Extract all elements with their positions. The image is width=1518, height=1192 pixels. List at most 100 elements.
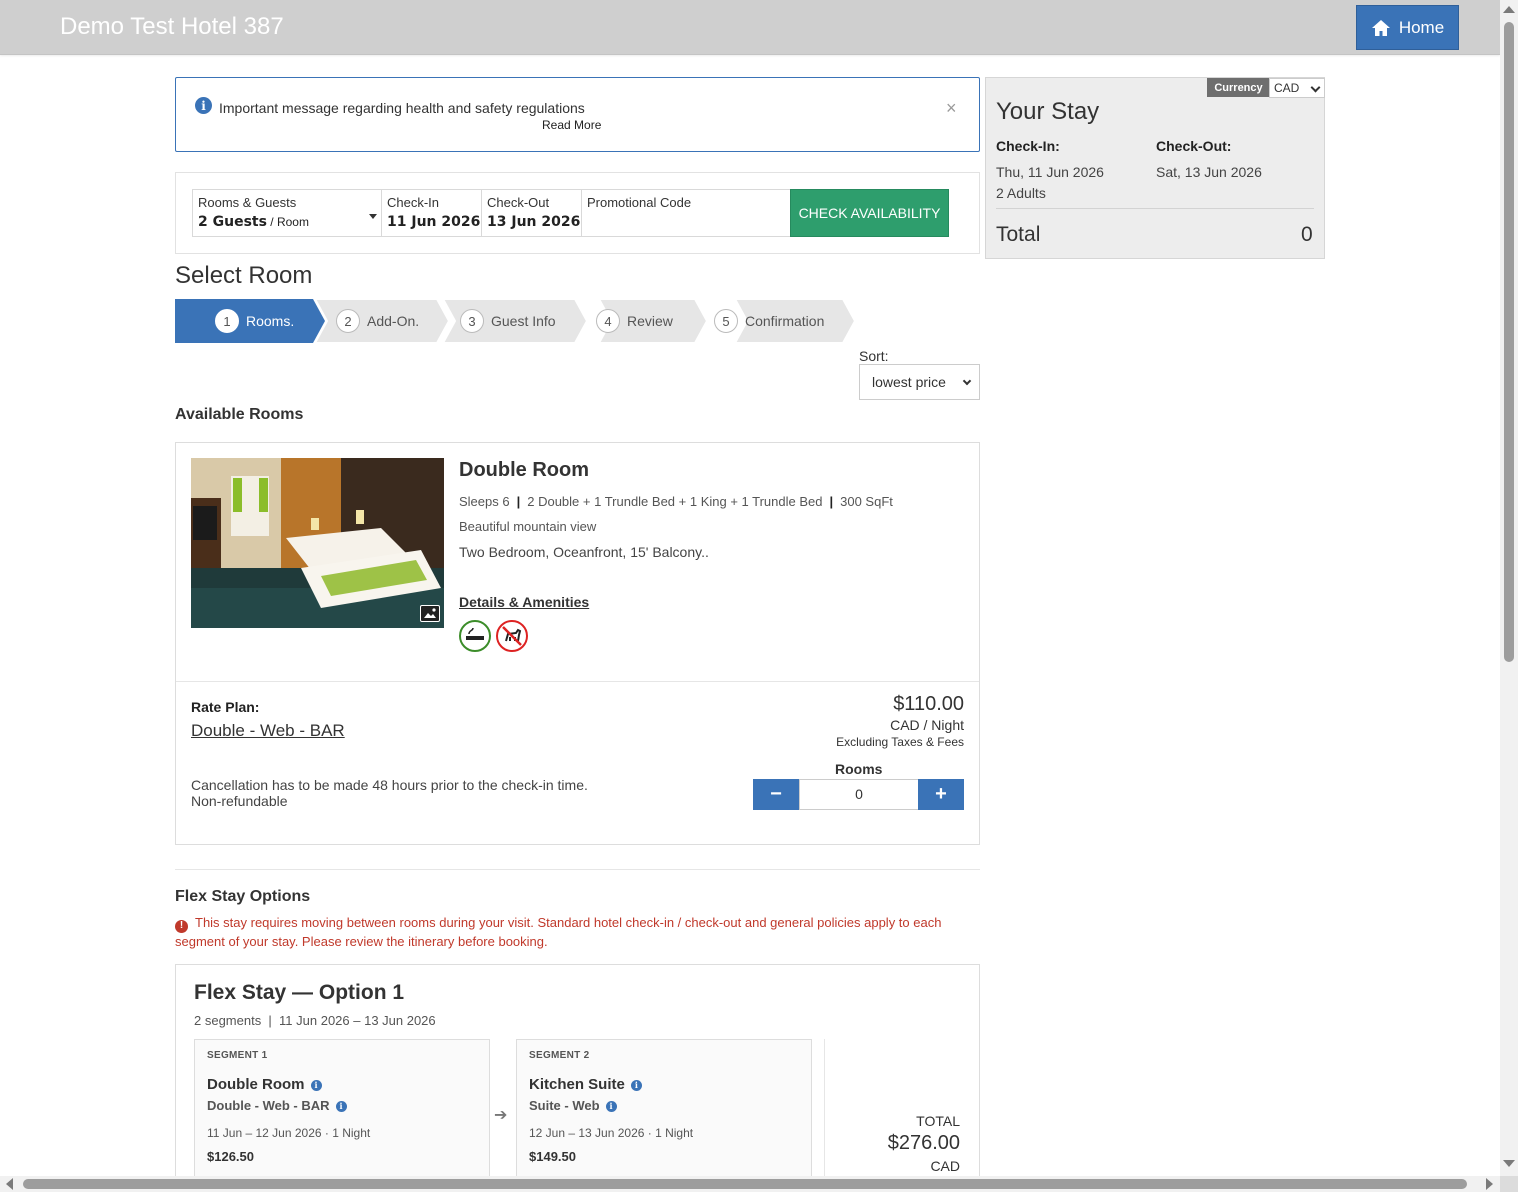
flex-option-meta: 2 segments | 11 Jun 2026 – 13 Jun 2026 (194, 1013, 436, 1028)
segment-dates: 11 Jun – 12 Jun 2026 · 1 Night (207, 1126, 371, 1140)
flex-option-name: Flex Stay — Option 1 (194, 981, 405, 1004)
step-label: Add-On. (367, 313, 420, 329)
divider (176, 681, 979, 682)
step-number: 1 (215, 309, 239, 333)
horizontal-scrollbar[interactable] (0, 1176, 1500, 1192)
scroll-left-icon[interactable] (6, 1178, 13, 1190)
available-rooms-title: Available Rooms (175, 406, 304, 423)
top-bar: Demo Test Hotel 387 Home (0, 0, 1500, 55)
availability-search: Rooms & Guests 2 Guests / Room Check-In … (175, 172, 980, 254)
stay-checkout-value: Sat, 13 Jun 2026 (1156, 164, 1262, 180)
scroll-up-icon[interactable] (1503, 6, 1515, 13)
scroll-thumb[interactable] (1504, 22, 1514, 662)
flex-total-label: TOTAL (916, 1113, 960, 1129)
promo-code-label: Promotional Code (587, 195, 692, 210)
currency-label: Currency (1207, 78, 1270, 97)
stay-total-value: 0 (1301, 223, 1313, 246)
check-availability-button[interactable]: CHECK AVAILABILITY (790, 189, 949, 237)
checkout-field[interactable]: Check-Out 13 Jun 2026 (481, 189, 582, 237)
step-confirmation[interactable]: 5 Confirmation (714, 299, 824, 343)
read-more-link[interactable]: Read More (542, 118, 601, 132)
checkin-label: Check-In (387, 195, 440, 210)
room-photo-image (191, 458, 444, 628)
home-icon (1371, 19, 1390, 36)
scroll-thumb[interactable] (23, 1179, 1467, 1189)
refund-policy-text: Non-refundable (191, 793, 288, 809)
home-label: Home (1398, 17, 1445, 37)
step-number: 4 (596, 309, 620, 333)
room-description: Two Bedroom, Oceanfront, 15' Balcony.. (459, 544, 709, 560)
sort-select[interactable]: lowest price (859, 364, 980, 400)
vertical-scrollbar[interactable] (1500, 0, 1518, 1176)
step-label: Review (627, 313, 673, 329)
info-icon[interactable]: i (630, 1079, 642, 1091)
room-view: Beautiful mountain view (459, 519, 597, 534)
checkin-value: 11 Jun 2026 (387, 214, 481, 230)
flex-total-currency: CAD (930, 1158, 960, 1174)
scroll-right-icon[interactable] (1486, 1178, 1493, 1190)
step-guest-info[interactable]: 3 Guest Info (460, 299, 556, 343)
booking-steps: 1 Rooms. 2 Add-On. 3 Guest Info 4 Review… (175, 299, 875, 343)
step-add-on[interactable]: 2 Add-On. (336, 299, 419, 343)
rate-plan-link[interactable]: Double - Web - BAR (191, 721, 345, 741)
info-icon[interactable]: i (310, 1079, 322, 1091)
room-price: $110.00 (893, 693, 964, 715)
step-review[interactable]: 4 Review (596, 299, 673, 343)
stay-total-label: Total (996, 223, 1041, 246)
divider (175, 869, 980, 870)
rooms-quantity-input[interactable]: 0 (799, 779, 919, 810)
rooms-quantity-label: Rooms (835, 761, 883, 777)
segment-dates: 12 Jun – 13 Jun 2026 · 1 Night (529, 1126, 694, 1140)
room-name: Double Room (459, 459, 589, 481)
room-photo[interactable] (191, 458, 444, 628)
health-notice: i Important message regarding health and… (175, 77, 980, 152)
step-rooms[interactable]: 1 Rooms. (215, 299, 294, 343)
notice-message: Important message regarding health and s… (219, 100, 585, 116)
increase-rooms-button[interactable]: + (918, 779, 964, 810)
rooms-guests-select[interactable]: Rooms & Guests 2 Guests / Room (192, 189, 382, 237)
info-icon[interactable]: i (605, 1100, 617, 1112)
info-icon[interactable]: i (335, 1100, 347, 1112)
segment-room: Double Room i (207, 1076, 322, 1093)
chevron-down-icon (962, 376, 972, 386)
room-beds: 2 Double + 1 Trundle Bed + 1 King + 1 Tr… (527, 494, 823, 509)
segment-room: Kitchen Suite i (529, 1076, 642, 1093)
details-amenities-link[interactable]: Details & Amenities (459, 594, 589, 610)
step-number: 5 (714, 309, 738, 333)
your-stay-title: Your Stay (996, 98, 1100, 125)
stay-checkin-label: Check-In: (996, 138, 1060, 154)
close-icon[interactable]: × (946, 98, 957, 119)
scrollbar-corner (1500, 1176, 1518, 1192)
flex-warning-text: This stay requires moving between rooms … (175, 915, 942, 949)
price-note: Excluding Taxes & Fees (836, 735, 964, 749)
currency-value: CAD (1274, 81, 1300, 95)
step-label: Rooms. (246, 313, 295, 329)
decrease-rooms-button[interactable]: − (753, 779, 799, 810)
step-label: Guest Info (491, 313, 556, 329)
cancellation-text: Cancellation has to be made 48 hours pri… (191, 777, 588, 793)
divider (996, 208, 1314, 209)
scroll-down-icon[interactable] (1503, 1160, 1515, 1167)
segment-card: SEGMENT 2 Kitchen Suite i Suite - Web i 12… (516, 1039, 812, 1176)
promo-code-field[interactable]: Promotional Code (581, 189, 791, 237)
checkout-label: Check-Out (487, 195, 550, 210)
flex-stay-warning: ! This stay requires moving between rooms… (175, 914, 980, 951)
segment-card: SEGMENT 1 Double Room i Double - Web - BA… (194, 1039, 490, 1176)
chevron-down-icon (369, 214, 377, 219)
currency-select[interactable]: CAD (1269, 78, 1325, 98)
arrow-right-icon: ➔ (494, 1107, 508, 1124)
checkout-value: 13 Jun 2026 (487, 214, 581, 230)
page-title: Select Room (175, 262, 313, 289)
step-number: 3 (460, 309, 484, 333)
rate-plan-label: Rate Plan: (191, 699, 260, 715)
rooms-guests-value: 2 Guests / Room (198, 214, 309, 230)
checkin-field[interactable]: Check-In 11 Jun 2026 (381, 189, 482, 237)
segment-price: $149.50 (529, 1149, 576, 1164)
cancellation-policy: Cancellation has to be made 48 hours pri… (191, 777, 588, 809)
segment-rate: Suite - Web i (529, 1098, 617, 1113)
room-size: 300 SqFt (840, 494, 893, 509)
home-button[interactable]: Home (1356, 5, 1459, 50)
gallery-icon[interactable] (420, 605, 440, 622)
divider (824, 1039, 825, 1176)
step-number: 2 (336, 309, 360, 333)
